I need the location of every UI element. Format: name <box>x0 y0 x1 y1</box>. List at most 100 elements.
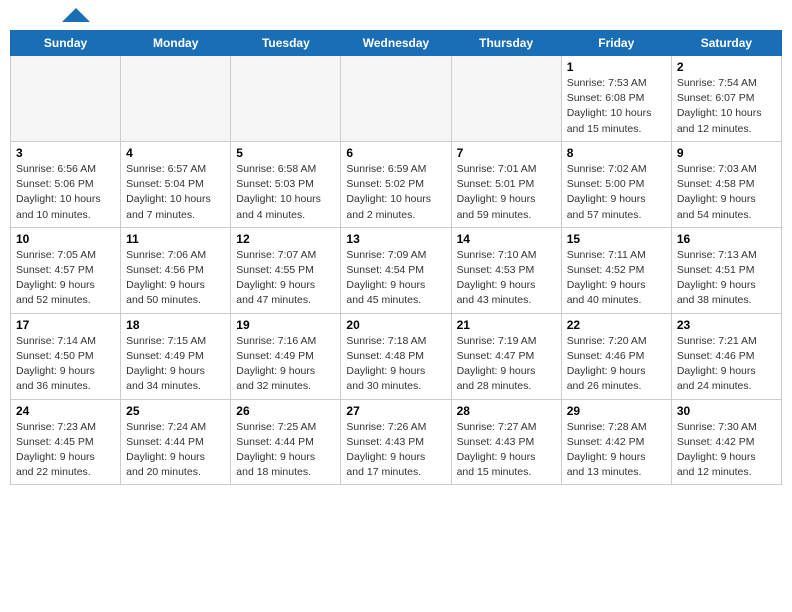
calendar-cell: 30 Sunrise: 7:30 AM Sunset: 4:42 PM Dayli… <box>671 399 781 485</box>
day-number: 5 <box>236 146 335 160</box>
day-info: Sunrise: 7:11 AM Sunset: 4:52 PM Dayligh… <box>567 248 666 309</box>
weekday-header-monday: Monday <box>121 31 231 56</box>
calendar-cell: 22Sunrise: 7:20 AM Sunset: 4:46 PM Dayli… <box>561 313 671 399</box>
calendar-cell: 6 Sunrise: 6:59 AM Sunset: 5:02 PM Daylig… <box>341 141 451 227</box>
calendar-cell: 5 Sunrise: 6:58 AM Sunset: 5:03 PM Daylig… <box>231 141 341 227</box>
calendar-cell <box>231 56 341 142</box>
day-info: Sunrise: 7:07 AM Sunset: 4:55 PM Dayligh… <box>236 248 335 309</box>
calendar-cell: 15 Sunrise: 7:11 AM Sunset: 4:52 PM Dayli… <box>561 227 671 313</box>
calendar-cell <box>451 56 561 142</box>
day-info: Sunrise: 7:09 AM Sunset: 4:54 PM Dayligh… <box>346 248 445 309</box>
weekday-header-friday: Friday <box>561 31 671 56</box>
day-number: 4 <box>126 146 225 160</box>
calendar-cell: 8 Sunrise: 7:02 AM Sunset: 5:00 PM Daylig… <box>561 141 671 227</box>
calendar-table: SundayMondayTuesdayWednesdayThursdayFrid… <box>10 30 782 485</box>
day-info: Sunrise: 7:23 AM Sunset: 4:45 PM Dayligh… <box>16 420 115 481</box>
day-info: Sunrise: 7:14 AM Sunset: 4:50 PM Dayligh… <box>16 334 115 395</box>
calendar-cell: 9 Sunrise: 7:03 AM Sunset: 4:58 PM Daylig… <box>671 141 781 227</box>
calendar-cell: 11Sunrise: 7:06 AM Sunset: 4:56 PM Dayli… <box>121 227 231 313</box>
day-info: Sunrise: 7:26 AM Sunset: 4:43 PM Dayligh… <box>346 420 445 481</box>
day-info: Sunrise: 6:58 AM Sunset: 5:03 PM Dayligh… <box>236 162 335 223</box>
day-info: Sunrise: 7:18 AM Sunset: 4:48 PM Dayligh… <box>346 334 445 395</box>
day-info: Sunrise: 7:19 AM Sunset: 4:47 PM Dayligh… <box>457 334 556 395</box>
day-number: 23 <box>677 318 776 332</box>
day-number: 27 <box>346 404 445 418</box>
calendar-cell: 29Sunrise: 7:28 AM Sunset: 4:42 PM Dayli… <box>561 399 671 485</box>
day-number: 12 <box>236 232 335 246</box>
calendar-cell: 1Sunrise: 7:53 AM Sunset: 6:08 PM Daylig… <box>561 56 671 142</box>
day-info: Sunrise: 7:30 AM Sunset: 4:42 PM Dayligh… <box>677 420 776 481</box>
week-row-3: 10 Sunrise: 7:05 AM Sunset: 4:57 PM Dayli… <box>11 227 782 313</box>
day-number: 2 <box>677 60 776 74</box>
day-info: Sunrise: 7:06 AM Sunset: 4:56 PM Dayligh… <box>126 248 225 309</box>
calendar-cell: 7 Sunrise: 7:01 AM Sunset: 5:01 PM Daylig… <box>451 141 561 227</box>
calendar-cell: 20 Sunrise: 7:18 AM Sunset: 4:48 PM Dayli… <box>341 313 451 399</box>
day-number: 6 <box>346 146 445 160</box>
day-number: 7 <box>457 146 556 160</box>
calendar-cell: 13 Sunrise: 7:09 AM Sunset: 4:54 PM Dayli… <box>341 227 451 313</box>
calendar-cell: 14Sunrise: 7:10 AM Sunset: 4:53 PM Dayli… <box>451 227 561 313</box>
day-number: 20 <box>346 318 445 332</box>
day-info: Sunrise: 7:03 AM Sunset: 4:58 PM Dayligh… <box>677 162 776 223</box>
calendar-cell: 26 Sunrise: 7:25 AM Sunset: 4:44 PM Dayli… <box>231 399 341 485</box>
calendar-cell: 25 Sunrise: 7:24 AM Sunset: 4:44 PM Dayli… <box>121 399 231 485</box>
day-info: Sunrise: 7:10 AM Sunset: 4:53 PM Dayligh… <box>457 248 556 309</box>
page-header <box>10 10 782 22</box>
day-info: Sunrise: 7:02 AM Sunset: 5:00 PM Dayligh… <box>567 162 666 223</box>
day-number: 13 <box>346 232 445 246</box>
day-number: 26 <box>236 404 335 418</box>
day-info: Sunrise: 6:59 AM Sunset: 5:02 PM Dayligh… <box>346 162 445 223</box>
day-info: Sunrise: 7:25 AM Sunset: 4:44 PM Dayligh… <box>236 420 335 481</box>
logo <box>10 10 90 22</box>
week-row-1: 1Sunrise: 7:53 AM Sunset: 6:08 PM Daylig… <box>11 56 782 142</box>
day-info: Sunrise: 7:13 AM Sunset: 4:51 PM Dayligh… <box>677 248 776 309</box>
calendar-cell: 28 Sunrise: 7:27 AM Sunset: 4:43 PM Dayli… <box>451 399 561 485</box>
day-info: Sunrise: 7:54 AM Sunset: 6:07 PM Dayligh… <box>677 76 776 137</box>
calendar-cell: 19 Sunrise: 7:16 AM Sunset: 4:49 PM Dayli… <box>231 313 341 399</box>
day-info: Sunrise: 7:01 AM Sunset: 5:01 PM Dayligh… <box>457 162 556 223</box>
calendar-cell: 17 Sunrise: 7:14 AM Sunset: 4:50 PM Dayli… <box>11 313 121 399</box>
calendar-cell: 12 Sunrise: 7:07 AM Sunset: 4:55 PM Dayli… <box>231 227 341 313</box>
day-info: Sunrise: 7:24 AM Sunset: 4:44 PM Dayligh… <box>126 420 225 481</box>
calendar-cell: 18Sunrise: 7:15 AM Sunset: 4:49 PM Dayli… <box>121 313 231 399</box>
week-row-5: 24 Sunrise: 7:23 AM Sunset: 4:45 PM Dayli… <box>11 399 782 485</box>
calendar-cell: 16 Sunrise: 7:13 AM Sunset: 4:51 PM Dayli… <box>671 227 781 313</box>
day-number: 10 <box>16 232 115 246</box>
day-info: Sunrise: 7:16 AM Sunset: 4:49 PM Dayligh… <box>236 334 335 395</box>
day-number: 16 <box>677 232 776 246</box>
calendar-cell <box>11 56 121 142</box>
weekday-header-saturday: Saturday <box>671 31 781 56</box>
day-info: Sunrise: 7:05 AM Sunset: 4:57 PM Dayligh… <box>16 248 115 309</box>
calendar-cell <box>121 56 231 142</box>
day-number: 9 <box>677 146 776 160</box>
weekday-header-row: SundayMondayTuesdayWednesdayThursdayFrid… <box>11 31 782 56</box>
day-info: Sunrise: 6:57 AM Sunset: 5:04 PM Dayligh… <box>126 162 225 223</box>
calendar-cell: 24 Sunrise: 7:23 AM Sunset: 4:45 PM Dayli… <box>11 399 121 485</box>
calendar-cell: 27 Sunrise: 7:26 AM Sunset: 4:43 PM Dayli… <box>341 399 451 485</box>
day-number: 8 <box>567 146 666 160</box>
day-number: 19 <box>236 318 335 332</box>
weekday-header-wednesday: Wednesday <box>341 31 451 56</box>
week-row-4: 17 Sunrise: 7:14 AM Sunset: 4:50 PM Dayli… <box>11 313 782 399</box>
day-number: 25 <box>126 404 225 418</box>
calendar-cell <box>341 56 451 142</box>
calendar-cell: 10 Sunrise: 7:05 AM Sunset: 4:57 PM Dayli… <box>11 227 121 313</box>
day-number: 3 <box>16 146 115 160</box>
day-number: 24 <box>16 404 115 418</box>
day-info: Sunrise: 7:15 AM Sunset: 4:49 PM Dayligh… <box>126 334 225 395</box>
logo-arrow-icon <box>62 8 90 22</box>
calendar-cell: 21 Sunrise: 7:19 AM Sunset: 4:47 PM Dayli… <box>451 313 561 399</box>
day-info: Sunrise: 7:27 AM Sunset: 4:43 PM Dayligh… <box>457 420 556 481</box>
calendar-cell: 3 Sunrise: 6:56 AM Sunset: 5:06 PM Daylig… <box>11 141 121 227</box>
day-number: 22 <box>567 318 666 332</box>
day-number: 30 <box>677 404 776 418</box>
day-info: Sunrise: 7:53 AM Sunset: 6:08 PM Dayligh… <box>567 76 666 137</box>
weekday-header-tuesday: Tuesday <box>231 31 341 56</box>
day-number: 17 <box>16 318 115 332</box>
day-number: 15 <box>567 232 666 246</box>
calendar-cell: 2 Sunrise: 7:54 AM Sunset: 6:07 PM Daylig… <box>671 56 781 142</box>
day-info: Sunrise: 7:28 AM Sunset: 4:42 PM Dayligh… <box>567 420 666 481</box>
day-info: Sunrise: 6:56 AM Sunset: 5:06 PM Dayligh… <box>16 162 115 223</box>
day-number: 28 <box>457 404 556 418</box>
day-number: 21 <box>457 318 556 332</box>
